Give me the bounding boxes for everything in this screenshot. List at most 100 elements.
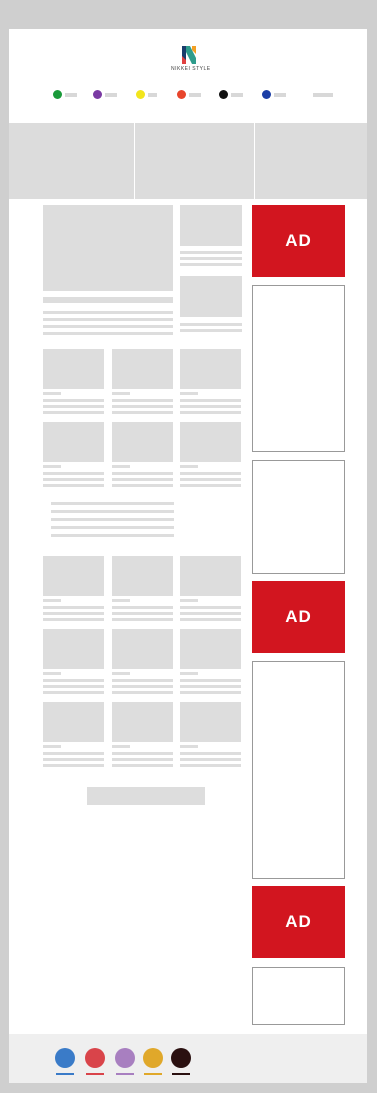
page: NIKKEI STYLE AD AD AD (9, 29, 367, 1083)
category-dot-red[interactable] (177, 90, 186, 99)
ad-banner[interactable]: AD (252, 581, 345, 653)
text-line (43, 332, 173, 335)
side-thumb[interactable] (180, 276, 242, 317)
text-line (180, 606, 241, 609)
text-line (180, 691, 241, 694)
text-line (43, 606, 104, 609)
ad-banner[interactable]: AD (252, 205, 345, 277)
text-line (112, 752, 173, 755)
text-line (43, 679, 104, 682)
footer-dot-lavender[interactable] (115, 1048, 135, 1068)
article-card-thumb[interactable] (43, 702, 104, 742)
text-line (43, 405, 104, 408)
sidebar-box (252, 661, 345, 879)
article-card-thumb[interactable] (43, 556, 104, 596)
text-line (112, 411, 173, 414)
category-dot-purple[interactable] (93, 90, 102, 99)
text-line (43, 672, 61, 675)
text-line (43, 411, 104, 414)
text-line (180, 472, 241, 475)
article-card-thumb[interactable] (43, 422, 104, 462)
article-card-thumb[interactable] (180, 349, 241, 389)
footer-dot-gold[interactable] (143, 1048, 163, 1068)
category-label-placeholder (189, 93, 201, 97)
text-line (180, 752, 241, 755)
text-line (180, 405, 241, 408)
text-line (43, 478, 104, 481)
text-line (112, 618, 173, 621)
hero-banner[interactable] (9, 123, 367, 199)
article-card-thumb[interactable] (180, 629, 241, 669)
category-dot-black[interactable] (219, 90, 228, 99)
text-line (112, 606, 173, 609)
article-card-thumb[interactable] (43, 629, 104, 669)
footer-dot-blue[interactable] (55, 1048, 75, 1068)
article-card-thumb[interactable] (112, 629, 173, 669)
text-line (112, 484, 173, 487)
ad-banner[interactable]: AD (252, 886, 345, 958)
footer-dot-black[interactable] (171, 1048, 191, 1068)
text-line (51, 518, 174, 521)
article-card-thumb[interactable] (180, 556, 241, 596)
sidebar-box (252, 967, 345, 1025)
site-logo[interactable]: NIKKEI STYLE (171, 46, 211, 78)
text-line (43, 318, 173, 321)
hero-divider (134, 123, 135, 199)
sidebar-box (252, 460, 345, 574)
text-line (51, 526, 174, 529)
text-line (112, 758, 173, 761)
text-line (112, 392, 130, 395)
text-line (112, 612, 173, 615)
load-more-button[interactable] (87, 787, 205, 805)
category-dot-green[interactable] (53, 90, 62, 99)
text-line (180, 618, 241, 621)
text-line (43, 691, 104, 694)
text-line (112, 478, 173, 481)
article-card-thumb[interactable] (112, 422, 173, 462)
article-card-thumb[interactable] (180, 422, 241, 462)
text-line (51, 510, 174, 513)
footer-dot-red[interactable] (85, 1048, 105, 1068)
text-line (180, 465, 198, 468)
text-line (180, 257, 242, 260)
text-line (180, 758, 241, 761)
text-line (43, 752, 104, 755)
text-line (43, 758, 104, 761)
text-line (112, 745, 130, 748)
article-card-thumb[interactable] (180, 702, 241, 742)
text-line (180, 599, 198, 602)
featured-image[interactable] (43, 205, 173, 291)
text-line (43, 311, 173, 314)
text-line (43, 745, 61, 748)
text-line (112, 399, 173, 402)
text-line (43, 764, 104, 767)
text-line (180, 745, 198, 748)
footer-underline (56, 1073, 74, 1075)
category-label-placeholder (313, 93, 333, 97)
article-card-thumb[interactable] (112, 556, 173, 596)
text-line (43, 399, 104, 402)
article-card-thumb[interactable] (112, 702, 173, 742)
article-card-thumb[interactable] (43, 349, 104, 389)
text-line (112, 691, 173, 694)
text-line (43, 612, 104, 615)
category-label-placeholder (231, 93, 243, 97)
text-line (180, 392, 198, 395)
logo-wordmark: NIKKEI STYLE (171, 66, 211, 72)
text-line (112, 465, 130, 468)
text-line (43, 392, 61, 395)
category-dot-blue[interactable] (262, 90, 271, 99)
text-line (180, 251, 242, 254)
side-thumb[interactable] (180, 205, 242, 246)
article-card-thumb[interactable] (112, 349, 173, 389)
text-line (43, 472, 104, 475)
footer-underline (116, 1073, 134, 1075)
sidebar-box (252, 285, 345, 452)
nikkei-n-icon (182, 46, 196, 64)
text-line (180, 679, 241, 682)
category-dot-yellow[interactable] (136, 90, 145, 99)
footer-underline (144, 1073, 162, 1075)
text-line (180, 263, 242, 266)
text-line (51, 502, 174, 505)
text-line (43, 325, 173, 328)
